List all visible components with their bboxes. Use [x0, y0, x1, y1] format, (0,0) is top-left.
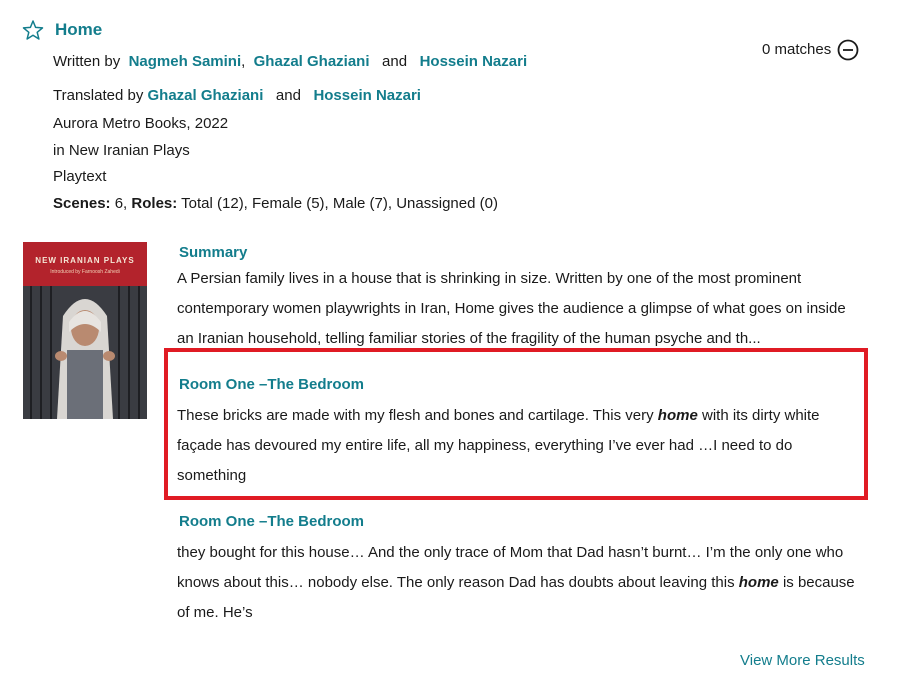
excerpt-line: they bought for this house… And the only… — [177, 544, 844, 561]
scene-heading-link[interactable]: Room One –The Bedroom — [179, 513, 364, 530]
summary-line: A Persian family lives in a house that i… — [177, 270, 802, 287]
and-text: and — [275, 87, 301, 104]
scenes-roles-info: Scenes: 6, Roles: Total (12), Female (5)… — [53, 195, 498, 212]
author-link[interactable]: Nagmeh Samini — [129, 53, 242, 70]
translated-by-label: Translated by — [53, 87, 144, 104]
match-count: 0 matches — [762, 41, 832, 58]
excerpt-line: something — [177, 467, 247, 484]
scene-heading-link[interactable]: Room One –The Bedroom — [179, 376, 364, 393]
play-title-link[interactable]: Home — [55, 20, 102, 40]
book-cover-image[interactable]: NEW IRANIAN PLAYS Introduced by Farnoosh… — [23, 242, 147, 419]
excerpt-text: These bricks are made with my flesh and … — [177, 407, 654, 424]
translators-line: Translated by Ghazal Ghaziani and Hossei… — [53, 87, 421, 104]
excerpt-text: with its dirty white — [701, 407, 820, 424]
excerpt-line: knows about this… nobody else. The only … — [177, 568, 877, 598]
roles-label: Roles: — [131, 195, 178, 212]
collapse-minus-icon[interactable] — [837, 39, 859, 61]
keyword-highlight: home — [657, 407, 698, 424]
collection-info: in New Iranian Plays — [53, 142, 190, 159]
excerpt-text: is because — [782, 574, 855, 591]
and-text: and — [382, 53, 408, 70]
roles-value: Total (12), Female (5), Male (7), Unassi… — [181, 195, 498, 212]
excerpt-line: façade has devoured my entire life, all … — [177, 437, 793, 454]
keyword-highlight: home — [738, 574, 779, 591]
cover-title: NEW IRANIAN PLAYS — [35, 256, 135, 265]
summary-heading-link[interactable]: Summary — [179, 244, 247, 261]
excerpt-line: These bricks are made with my flesh and … — [177, 401, 877, 431]
author-link[interactable]: Hossein Nazari — [420, 53, 528, 70]
written-by-label: Written by — [53, 53, 121, 70]
match-excerpt: they bought for this house… And the only… — [177, 538, 877, 628]
author-link[interactable]: Ghazal Ghaziani — [254, 53, 370, 70]
cover-portrait-illustration — [23, 286, 147, 419]
excerpt-line: of me. He’s — [177, 604, 253, 621]
favorite-star-icon[interactable] — [22, 19, 44, 41]
cover-subtitle: Introduced by Farnoosh Zahedi — [50, 269, 120, 275]
translator-link[interactable]: Ghazal Ghaziani — [148, 87, 264, 104]
translator-link[interactable]: Hossein Nazari — [313, 87, 421, 104]
publisher-info: Aurora Metro Books, 2022 — [53, 115, 229, 132]
separator-comma: , — [241, 53, 246, 70]
excerpt-text: knows about this… nobody else. The only … — [177, 574, 735, 591]
summary-line: contemporary women playwrights in Iran, … — [177, 300, 846, 317]
authors-line: Written by Nagmeh Samini, Ghazal Ghazian… — [53, 53, 527, 70]
match-excerpt: These bricks are made with my flesh and … — [177, 401, 877, 491]
play-type: Playtext — [53, 168, 107, 185]
view-more-results-link[interactable]: View More Results — [740, 652, 865, 669]
scenes-value: 6, — [114, 195, 128, 212]
scenes-label: Scenes: — [53, 195, 111, 212]
summary-text: A Persian family lives in a house that i… — [177, 264, 877, 354]
